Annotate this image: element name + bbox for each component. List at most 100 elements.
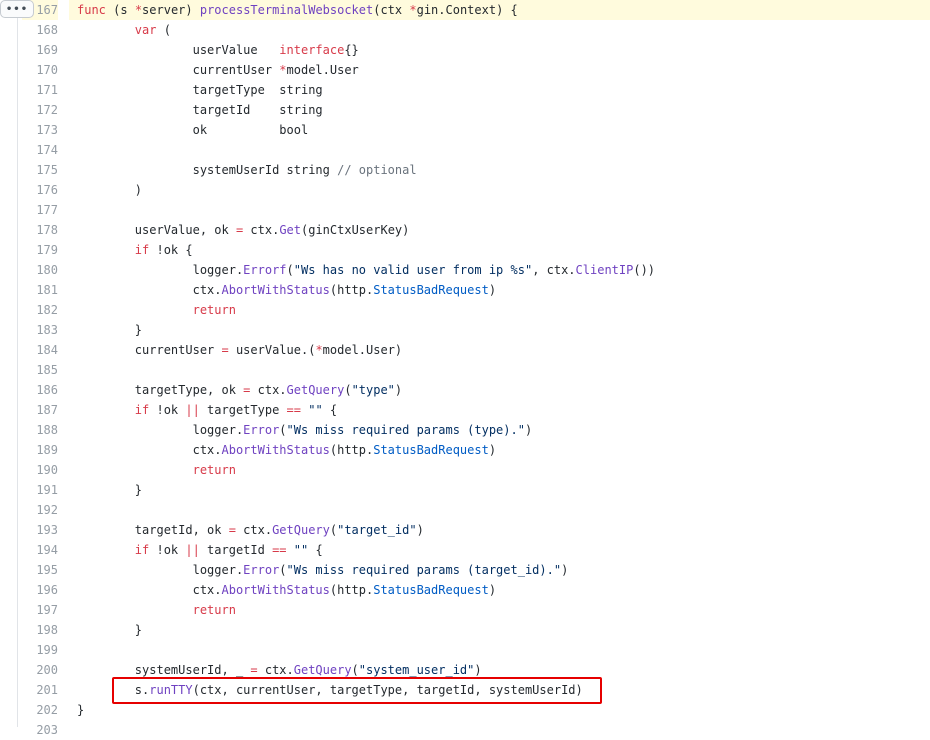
code-line: 185	[0, 360, 930, 380]
line-number[interactable]: 186	[22, 380, 58, 400]
code-line: 177	[0, 200, 930, 220]
code-line: 174	[0, 140, 930, 160]
code-token: Error	[243, 563, 280, 577]
code-token: "system_user_id"	[358, 663, 475, 677]
code-token: *	[134, 3, 143, 17]
line-number[interactable]: 171	[22, 80, 58, 100]
code-token: (s	[105, 3, 135, 17]
code-token: (http.	[329, 583, 374, 597]
code-token: {	[322, 403, 338, 417]
line-number[interactable]: 193	[22, 520, 58, 540]
line-number[interactable]: 169	[22, 40, 58, 60]
code-token: GetQuery	[286, 383, 345, 397]
code-token: GetQuery	[272, 523, 330, 537]
line-number[interactable]: 168	[22, 20, 58, 40]
code-text: )	[69, 180, 930, 200]
line-number[interactable]: 198	[22, 620, 58, 640]
line-number[interactable]: 189	[22, 440, 58, 460]
line-number[interactable]: 188	[22, 420, 58, 440]
line-number[interactable]: 191	[22, 480, 58, 500]
code-text: func (s *server) processTerminalWebsocke…	[69, 0, 930, 20]
code-token: )	[524, 423, 533, 437]
code-token: "Ws has no valid user from ip %s"	[293, 263, 533, 277]
code-token: =	[250, 663, 258, 677]
line-number[interactable]: 181	[22, 280, 58, 300]
code-text: return	[69, 460, 930, 480]
code-text: currentUser = userValue.(*model.User)	[69, 340, 930, 360]
code-token: (ginCtxUserKey)	[301, 223, 410, 237]
line-number[interactable]: 172	[22, 100, 58, 120]
code-token: model.User	[286, 63, 359, 77]
line-number[interactable]: 184	[22, 340, 58, 360]
line-number[interactable]: 200	[22, 660, 58, 680]
code-token: "target_id"	[337, 523, 417, 537]
code-token: if	[134, 403, 150, 417]
code-text: var (	[69, 20, 930, 40]
code-line: 189 ctx.AbortWithStatus(http.StatusBadRe…	[0, 440, 930, 460]
line-number[interactable]: 196	[22, 580, 58, 600]
line-number[interactable]: 199	[22, 640, 58, 660]
line-number[interactable]: 183	[22, 320, 58, 340]
line-number[interactable]: 203	[22, 720, 58, 740]
code-text: }	[69, 620, 930, 640]
code-token: gin.Context) {	[416, 3, 518, 17]
code-line: 198 }	[0, 620, 930, 640]
line-number[interactable]: 187	[22, 400, 58, 420]
code-token: )	[561, 563, 569, 577]
code-token: )	[488, 583, 497, 597]
code-token: ==	[286, 403, 301, 417]
code-token: "Ws miss required params (type)."	[286, 423, 525, 437]
code-token: AbortWithStatus	[221, 443, 330, 457]
code-token: // optional	[337, 163, 417, 177]
line-number[interactable]: 177	[22, 200, 58, 220]
line-number[interactable]: 194	[22, 540, 58, 560]
code-token: ctx.	[235, 523, 273, 537]
code-line: 176 )	[0, 180, 930, 200]
line-number[interactable]: 197	[22, 600, 58, 620]
code-text: targetType string	[69, 80, 930, 100]
line-number[interactable]: 170	[22, 60, 58, 80]
code-token: server)	[142, 3, 200, 17]
code-token: (	[156, 23, 171, 37]
line-number[interactable]: 185	[22, 360, 58, 380]
code-token: )	[416, 523, 424, 537]
line-number[interactable]: 180	[22, 260, 58, 280]
line-number[interactable]: 202	[22, 700, 58, 720]
code-token: ==	[272, 543, 287, 557]
code-token: if	[134, 543, 150, 557]
code-token: *	[315, 343, 323, 357]
line-number[interactable]: 182	[22, 300, 58, 320]
line-number[interactable]: 176	[22, 180, 58, 200]
code-text: if !ok {	[69, 240, 930, 260]
line-number[interactable]: 195	[22, 560, 58, 580]
code-token: StatusBadRequest	[373, 443, 489, 457]
code-line: 188 logger.Error("Ws miss required param…	[0, 420, 930, 440]
code-token: processTerminalWebsocket	[199, 3, 374, 17]
code-line: 199	[0, 640, 930, 660]
code-token: *	[409, 3, 417, 17]
code-line: 191 }	[0, 480, 930, 500]
line-number[interactable]: 175	[22, 160, 58, 180]
line-number[interactable]: 190	[22, 460, 58, 480]
line-number[interactable]: 178	[22, 220, 58, 240]
line-number[interactable]: 201	[22, 680, 58, 700]
line-number[interactable]: 174	[22, 140, 58, 160]
line-number[interactable]: 192	[22, 500, 58, 520]
code-token: }	[77, 323, 143, 337]
expand-lines-button[interactable]: •••	[0, 0, 34, 18]
code-token: }	[77, 483, 143, 497]
code-token: {	[308, 543, 323, 557]
line-number[interactable]: 173	[22, 120, 58, 140]
code-text: if !ok || targetId == "" {	[69, 540, 930, 560]
line-number[interactable]: 179	[22, 240, 58, 260]
code-line: 190 return	[0, 460, 930, 480]
code-token: =	[228, 523, 236, 537]
code-token: ctx.	[77, 583, 222, 597]
